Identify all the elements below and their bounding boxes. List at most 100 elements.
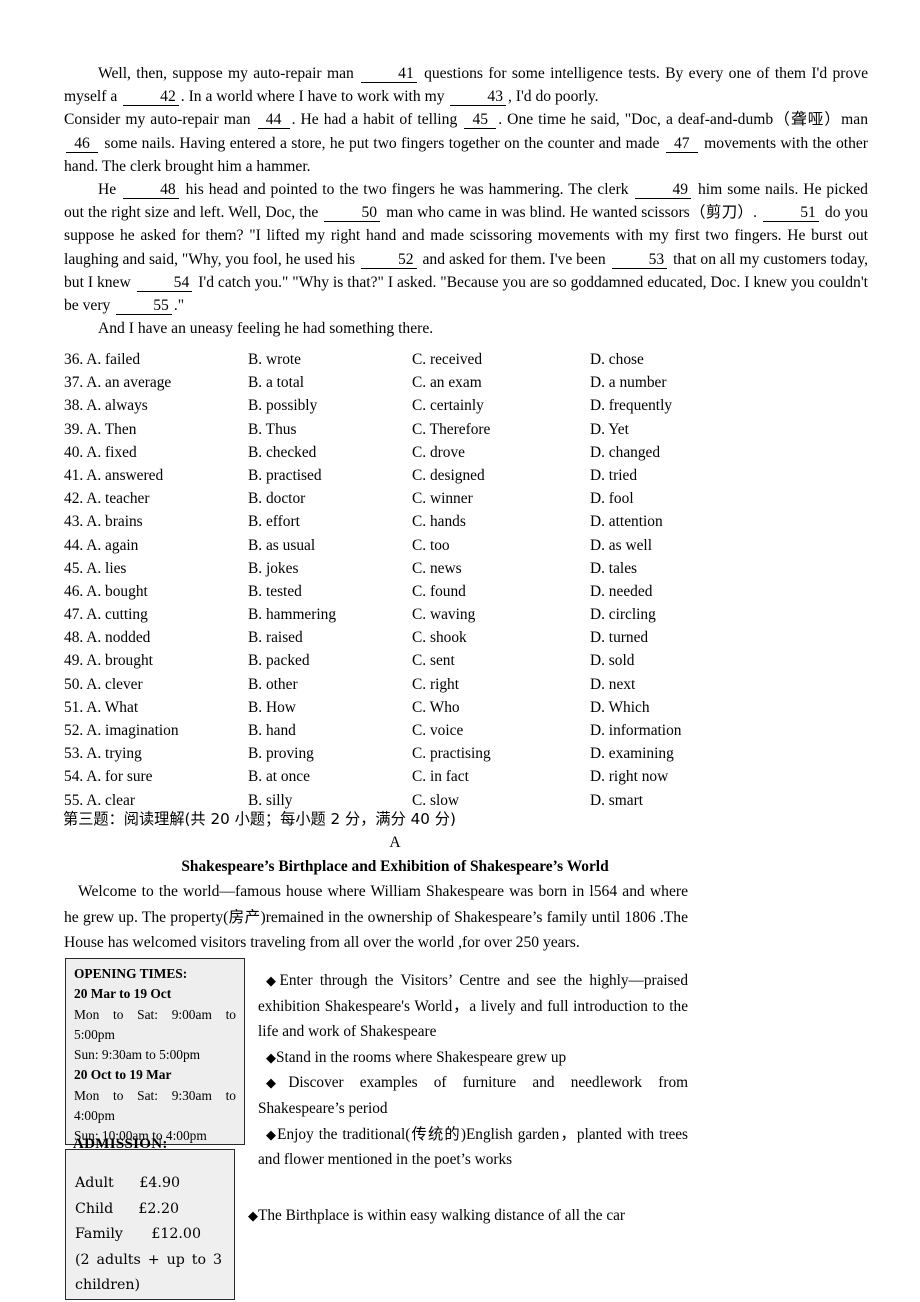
cloze-blank-53[interactable]: 53 bbox=[611, 251, 668, 269]
option-choice-d[interactable]: D. as well bbox=[590, 534, 652, 557]
option-choice-b[interactable]: B. other bbox=[248, 673, 298, 696]
option-choice-c[interactable]: C. too bbox=[412, 534, 450, 557]
option-choice-b[interactable]: B. wrote bbox=[248, 348, 301, 371]
option-choice-a[interactable]: 43. A. brains bbox=[64, 510, 143, 533]
option-choice-a[interactable]: 52. A. imagination bbox=[64, 719, 179, 742]
option-choice-a[interactable]: 38. A. always bbox=[64, 394, 148, 417]
option-choice-b[interactable]: B. How bbox=[248, 696, 296, 719]
option-choice-d[interactable]: D. right now bbox=[590, 765, 668, 788]
option-choice-d[interactable]: D. circling bbox=[590, 603, 656, 626]
option-choice-a[interactable]: 44. A. again bbox=[64, 534, 138, 557]
cloze-blank-55[interactable]: 55 bbox=[116, 297, 172, 316]
option-choice-a[interactable]: 48. A. nodded bbox=[64, 626, 150, 649]
admission-family-price: £12.00 bbox=[151, 1226, 201, 1242]
cloze-blank-49[interactable]: 49 bbox=[635, 181, 692, 200]
cloze-blank-41[interactable]: 41 bbox=[361, 65, 417, 83]
option-choice-d[interactable]: D. needed bbox=[590, 580, 652, 603]
option-choice-d[interactable]: D. Which bbox=[590, 696, 650, 719]
cloze-blank-48[interactable]: 48 bbox=[123, 181, 179, 200]
option-choice-a[interactable]: 50. A. clever bbox=[64, 673, 143, 696]
option-choice-d[interactable]: D. frequently bbox=[590, 394, 672, 417]
reading-section-letter: A bbox=[389, 834, 401, 851]
option-choice-a[interactable]: 41. A. answered bbox=[64, 464, 163, 487]
option-choice-c[interactable]: C. winner bbox=[412, 487, 473, 510]
option-choice-d[interactable]: D. tales bbox=[590, 557, 637, 580]
option-choice-a[interactable]: 42. A. teacher bbox=[64, 487, 149, 510]
cloze-blank-45[interactable]: 45 bbox=[464, 111, 497, 130]
option-choice-b[interactable]: B. packed bbox=[248, 649, 310, 672]
cloze-blank-47[interactable]: 47 bbox=[665, 135, 698, 153]
cloze-blank-44[interactable]: 44 bbox=[257, 111, 290, 130]
option-choice-a[interactable]: 39. A. Then bbox=[64, 418, 136, 441]
option-choice-c[interactable]: C. practising bbox=[412, 742, 491, 765]
option-choice-b[interactable]: B. a total bbox=[248, 371, 304, 394]
option-choice-b[interactable]: B. at once bbox=[248, 765, 310, 788]
option-choice-b[interactable]: B. possibly bbox=[248, 394, 317, 417]
admission-note-line2: children) bbox=[75, 1277, 141, 1293]
option-choice-a[interactable]: 47. A. cutting bbox=[64, 603, 148, 626]
cloze-blank-46[interactable]: 46 bbox=[66, 135, 98, 153]
option-choice-c[interactable]: C. Who bbox=[412, 696, 460, 719]
option-choice-a[interactable]: 49. A. brought bbox=[64, 649, 153, 672]
option-choice-b[interactable]: B. hammering bbox=[248, 603, 336, 626]
cloze-blank-54[interactable]: 54 bbox=[136, 274, 193, 292]
option-choice-d[interactable]: D. attention bbox=[590, 510, 663, 533]
option-choice-c[interactable]: C. waving bbox=[412, 603, 475, 626]
option-choice-a[interactable]: 36. A. failed bbox=[64, 348, 140, 371]
option-choice-b[interactable]: B. proving bbox=[248, 742, 314, 765]
cloze-paragraph: And I have an uneasy feeling he had some… bbox=[98, 320, 434, 338]
option-choice-c[interactable]: C. received bbox=[412, 348, 482, 371]
option-choice-c[interactable]: C. in fact bbox=[412, 765, 469, 788]
option-choice-c[interactable]: C. right bbox=[412, 673, 459, 696]
option-row: 51. A. What B. How C. Who D. Which bbox=[64, 696, 864, 719]
option-choice-d[interactable]: D. examining bbox=[590, 742, 674, 765]
option-choice-d[interactable]: D. information bbox=[590, 719, 681, 742]
option-choice-c[interactable]: C. sent bbox=[412, 649, 455, 672]
cloze-blank-52[interactable]: 52 bbox=[360, 251, 417, 269]
option-row: 44. A. again B. as usual C. too D. as well bbox=[64, 534, 864, 557]
opening-times-season1-label: 20 Mar to 19 Oct bbox=[74, 986, 172, 1002]
option-choice-d[interactable]: D. tried bbox=[590, 464, 637, 487]
option-choice-b[interactable]: B. raised bbox=[248, 626, 303, 649]
option-choice-d[interactable]: D. a number bbox=[590, 371, 667, 394]
option-choice-d[interactable]: D. Yet bbox=[590, 418, 629, 441]
option-row: 54. A. for sure B. at once C. in fact D. ri… bbox=[64, 765, 864, 788]
option-choice-c[interactable]: C. designed bbox=[412, 464, 485, 487]
option-choice-c[interactable]: C. Therefore bbox=[412, 418, 490, 441]
cloze-blank-51[interactable]: 51 bbox=[763, 204, 819, 223]
option-choice-b[interactable]: B. as usual bbox=[248, 534, 315, 557]
option-choice-b[interactable]: B. hand bbox=[248, 719, 296, 742]
option-choice-a[interactable]: 51. A. What bbox=[64, 696, 138, 719]
option-choice-c[interactable]: C. voice bbox=[412, 719, 463, 742]
option-choice-a[interactable]: 46. A. bought bbox=[64, 580, 148, 603]
option-choice-c[interactable]: C. hands bbox=[412, 510, 466, 533]
cloze-blank-42[interactable]: 42 bbox=[123, 88, 179, 107]
option-choice-c[interactable]: C. news bbox=[412, 557, 462, 580]
option-choice-d[interactable]: D. fool bbox=[590, 487, 634, 510]
cloze-blank-43[interactable]: 43 bbox=[450, 88, 506, 107]
option-choice-c[interactable]: C. shook bbox=[412, 626, 467, 649]
option-choice-b[interactable]: B. doctor bbox=[248, 487, 305, 510]
option-choice-d[interactable]: D. smart bbox=[590, 789, 643, 812]
option-choice-b[interactable]: B. Thus bbox=[248, 418, 296, 441]
option-choice-a[interactable]: 53. A. trying bbox=[64, 742, 142, 765]
option-choice-d[interactable]: D. sold bbox=[590, 649, 634, 672]
option-choice-d[interactable]: D. chose bbox=[590, 348, 644, 371]
option-choice-b[interactable]: B. tested bbox=[248, 580, 302, 603]
option-choice-b[interactable]: B. jokes bbox=[248, 557, 298, 580]
option-choice-b[interactable]: B. practised bbox=[248, 464, 322, 487]
option-choice-c[interactable]: C. found bbox=[412, 580, 466, 603]
option-choice-c[interactable]: C. drove bbox=[412, 441, 465, 464]
option-choice-c[interactable]: C. certainly bbox=[412, 394, 484, 417]
option-choice-a[interactable]: 40. A. fixed bbox=[64, 441, 137, 464]
cloze-blank-50[interactable]: 50 bbox=[324, 204, 381, 223]
option-choice-a[interactable]: 45. A. lies bbox=[64, 557, 126, 580]
option-choice-c[interactable]: C. an exam bbox=[412, 371, 482, 394]
option-choice-d[interactable]: D. next bbox=[590, 673, 635, 696]
option-choice-a[interactable]: 54. A. for sure bbox=[64, 765, 152, 788]
option-choice-b[interactable]: B. checked bbox=[248, 441, 316, 464]
option-choice-a[interactable]: 37. A. an average bbox=[64, 371, 171, 394]
option-choice-d[interactable]: D. turned bbox=[590, 626, 648, 649]
option-choice-d[interactable]: D. changed bbox=[590, 441, 660, 464]
option-choice-b[interactable]: B. effort bbox=[248, 510, 300, 533]
